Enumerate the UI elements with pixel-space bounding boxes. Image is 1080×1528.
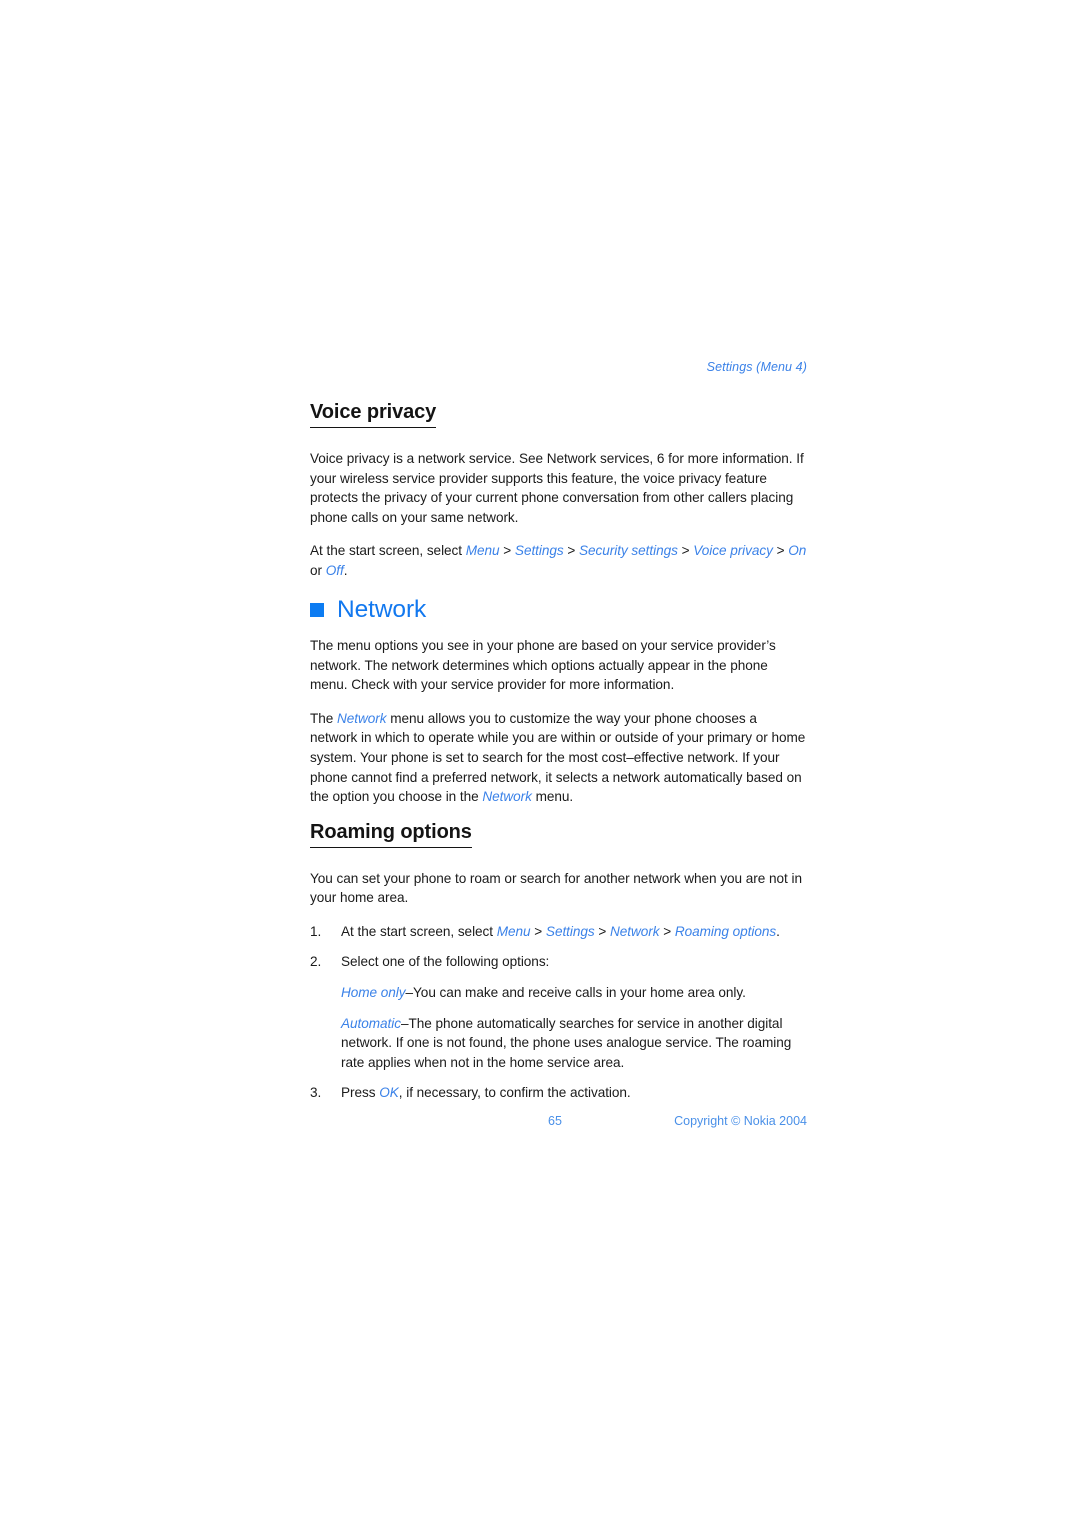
path-separator: > — [594, 923, 610, 939]
option-on: On — [788, 543, 807, 559]
running-head: Settings (Menu 4) — [706, 360, 807, 374]
step-item-2: 2. Select one of the following options: — [310, 952, 807, 972]
option-off: Off — [325, 562, 344, 578]
menu-path-settings: Settings — [545, 923, 595, 939]
network-chapter-heading: Network — [310, 595, 807, 624]
menu-path-security-settings: Security settings — [578, 543, 678, 559]
network-p2-part-3: menu. — [531, 789, 574, 805]
step-number: 1. — [310, 923, 322, 939]
page-footer: 65 Copyright © Nokia 2004 — [310, 1114, 807, 1134]
option-joiner: or — [310, 562, 326, 578]
path-separator: > — [499, 543, 515, 559]
network-p2-part-1: The — [310, 710, 338, 726]
network-paragraph-2: The Network menu allows you to customize… — [310, 709, 807, 807]
step-lead: At the start screen, select — [341, 923, 497, 939]
step-text: Select one of the following options: — [341, 954, 550, 970]
menu-path-voice-privacy: Voice privacy — [693, 543, 773, 559]
instruction-lead: At the start screen, select — [310, 543, 466, 559]
document-page: Settings (Menu 4) Voice privacy Voice pr… — [0, 0, 1080, 1528]
voice-privacy-paragraph: Voice privacy is a network service. See … — [310, 451, 804, 525]
copyright-notice: Copyright © Nokia 2004 — [674, 1114, 807, 1128]
path-separator: > — [563, 543, 579, 559]
step-trailing: , if necessary, to confirm the activatio… — [398, 1085, 631, 1101]
option-term: Home only — [341, 985, 406, 1001]
path-separator: > — [772, 543, 789, 559]
step-lead: Press — [341, 1085, 380, 1101]
page-number: 65 — [548, 1114, 562, 1128]
roaming-options-intro: You can set your phone to roam or search… — [310, 870, 802, 906]
voice-privacy-heading: Voice privacy — [310, 401, 436, 428]
menu-path-menu: Menu — [465, 543, 500, 559]
network-emphasis-2: Network — [482, 789, 532, 805]
step-item-1: 1. At the start screen, select Menu > Set… — [310, 922, 807, 942]
option-automatic: Automatic–The phone automatically search… — [310, 1014, 807, 1073]
network-paragraph-1: The menu options you see in your phone a… — [310, 637, 776, 693]
roaming-options-heading: Roaming options — [310, 821, 472, 848]
roaming-options-heading-wrap: Roaming options — [310, 821, 807, 859]
step-number: 3. — [310, 1085, 322, 1101]
network-emphasis-1: Network — [337, 710, 387, 726]
page-content: Settings (Menu 4) Voice privacy Voice pr… — [310, 360, 807, 1114]
voice-privacy-instruction: At the start screen, select Menu > Setti… — [310, 541, 807, 580]
option-description: –The phone automatically searches for se… — [341, 1015, 792, 1070]
roaming-options-step-list-continued: 3. Press OK, if necessary, to confirm the… — [310, 1083, 807, 1103]
menu-path-roaming-options: Roaming options — [674, 923, 777, 939]
step-number: 2. — [310, 954, 322, 970]
menu-path-settings: Settings — [514, 543, 564, 559]
path-separator: > — [677, 543, 694, 559]
voice-privacy-heading-wrap: Voice privacy — [310, 401, 807, 439]
step-item-3: 3. Press OK, if necessary, to confirm the… — [310, 1083, 807, 1103]
option-term: Automatic — [341, 1015, 401, 1031]
option-description: –You can make and receive calls in your … — [405, 985, 746, 1001]
menu-path-network: Network — [609, 923, 660, 939]
menu-path-menu: Menu — [496, 923, 531, 939]
step-emphasis-ok: OK — [379, 1085, 399, 1101]
roaming-options-step-list: 1. At the start screen, select Menu > Set… — [310, 922, 807, 972]
filled-square-icon — [310, 603, 324, 618]
step-trailing: . — [776, 923, 780, 939]
option-home-only: Home only–You can make and receive calls… — [310, 983, 807, 1003]
path-separator: > — [659, 923, 675, 939]
network-heading-label: Network — [337, 595, 427, 623]
instruction-period: . — [343, 562, 348, 578]
path-separator: > — [530, 923, 546, 939]
